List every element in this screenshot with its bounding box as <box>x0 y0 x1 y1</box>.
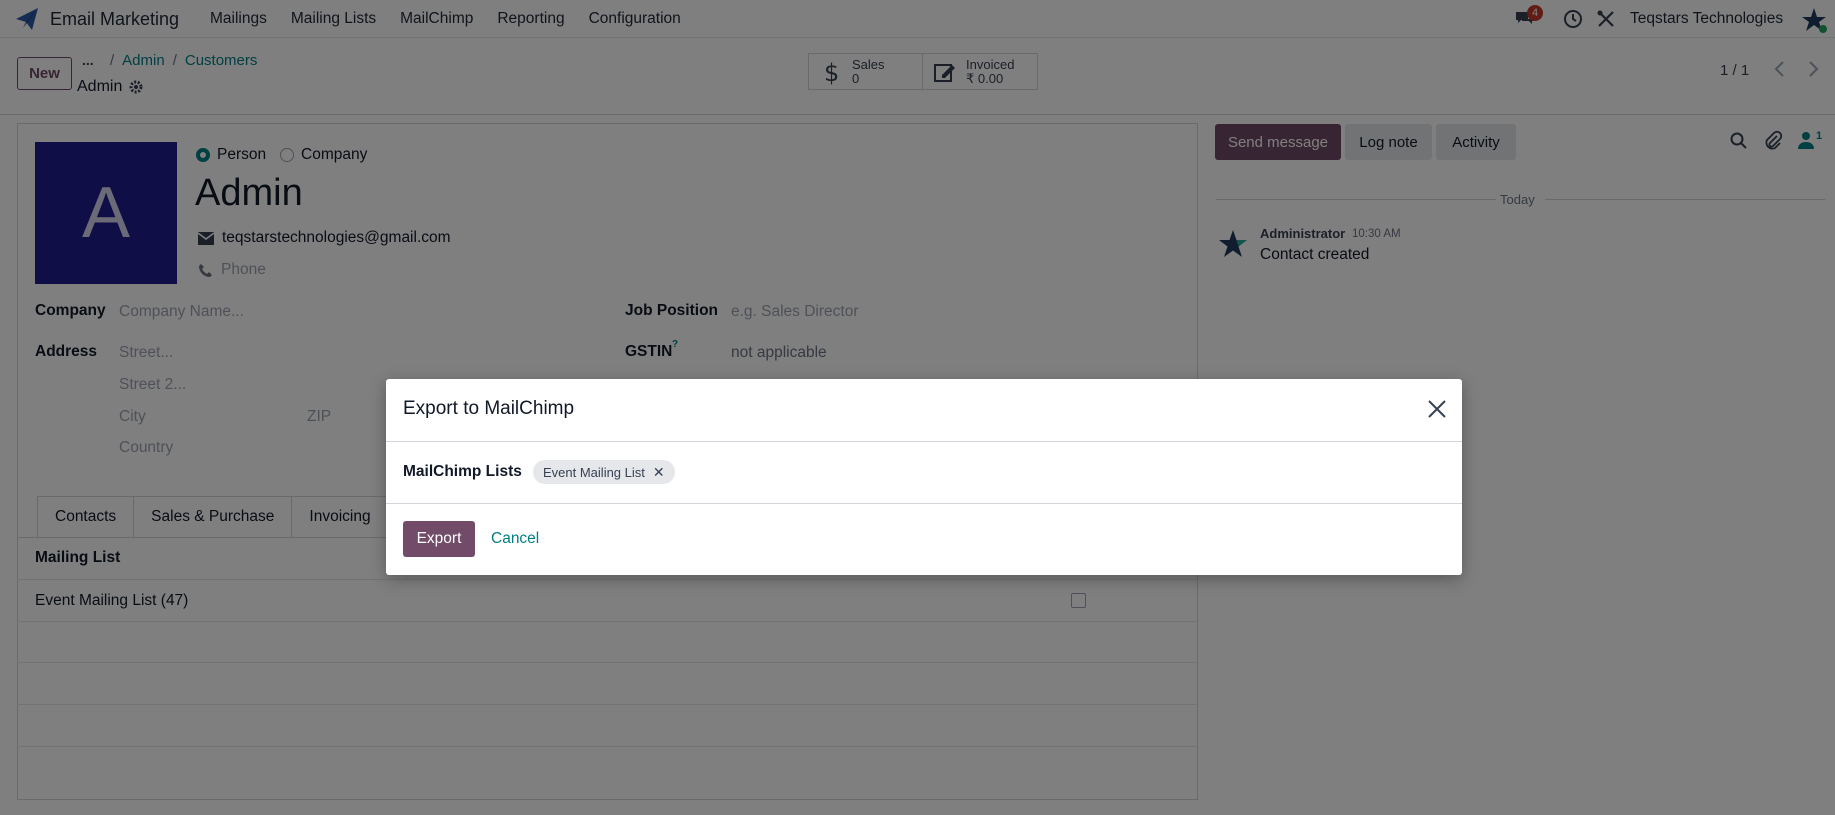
dialog-title: Export to MailChimp <box>403 398 575 419</box>
dialog-footer: Export Cancel <box>386 504 1462 575</box>
remove-tag-icon[interactable]: ✕ <box>653 464 665 481</box>
close-icon[interactable] <box>1426 398 1448 420</box>
dialog-header: Export to MailChimp <box>386 379 1462 442</box>
export-mailchimp-dialog: Export to MailChimp MailChimp Lists Even… <box>386 379 1462 575</box>
mailchimp-list-tag[interactable]: Event Mailing List ✕ <box>533 460 675 484</box>
tag-label: Event Mailing List <box>543 464 645 480</box>
cancel-button[interactable]: Cancel <box>491 530 539 548</box>
dialog-body: MailChimp Lists Event Mailing List ✕ <box>386 442 1462 504</box>
mailchimp-lists-label: MailChimp Lists <box>403 463 522 480</box>
export-button[interactable]: Export <box>403 521 475 557</box>
